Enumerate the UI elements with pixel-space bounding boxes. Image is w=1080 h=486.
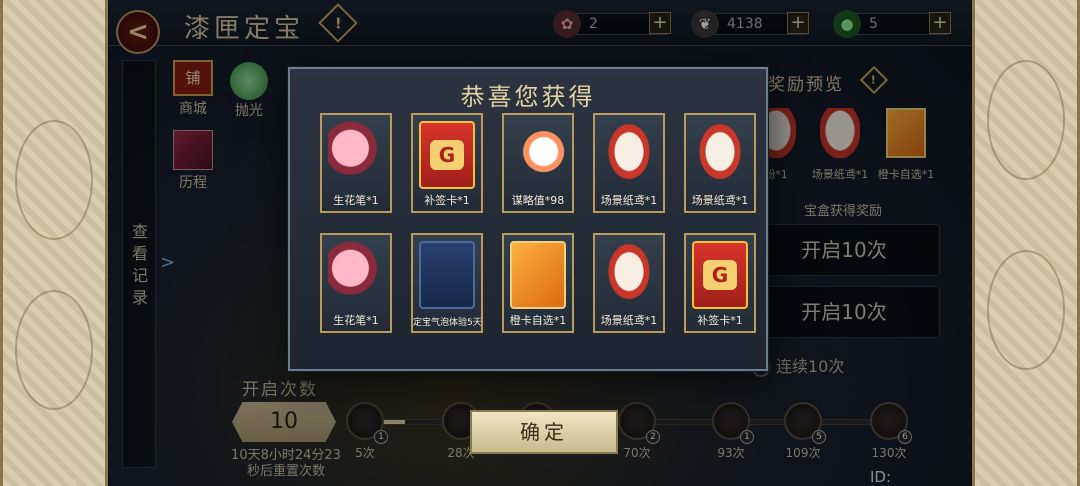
reward-card[interactable]: 场景纸鸢*1: [593, 233, 665, 333]
reward-card-label: 场景纸鸢*1: [691, 194, 749, 207]
right-decor-panel: [972, 0, 1080, 486]
reward-card-label: 场景纸鸢*1: [600, 314, 658, 327]
dragon-ornament: [987, 250, 1065, 370]
reward-card[interactable]: 生花笔*1: [320, 233, 392, 333]
reward-card-label: 定宝气泡体验5天: [413, 318, 481, 328]
sign-card-icon: G: [692, 241, 748, 309]
sign-glyph: G: [430, 140, 464, 170]
sign-card-icon: G: [419, 121, 475, 189]
flower-pen-icon: [328, 241, 384, 309]
main-stage: < 漆匣定宝 ! ✿ 2 + ❦ 4138 + ● 5 + 铺 商城 抛光 历程…: [108, 0, 972, 486]
reward-card-label: 补签卡*1: [424, 194, 470, 207]
dragon-ornament: [15, 290, 93, 410]
sign-glyph: G: [703, 260, 737, 290]
confirm-button[interactable]: 确定: [470, 410, 618, 454]
reward-card-label: 生花笔*1: [333, 194, 379, 207]
flower-pen-icon: [328, 121, 384, 189]
kite-icon: [601, 241, 657, 309]
reward-card-label: 补签卡*1: [697, 314, 743, 327]
reward-card[interactable]: G 补签卡*1: [684, 233, 756, 333]
dragon-ornament: [15, 120, 93, 240]
kite-icon: [692, 121, 748, 189]
reward-card[interactable]: 定宝气泡体验5天: [411, 233, 483, 333]
modal-title: 恭喜您获得: [460, 83, 596, 111]
reward-card[interactable]: 谋略值*98: [502, 113, 574, 213]
reward-card[interactable]: 生花笔*1: [320, 113, 392, 213]
reward-card-label: 橙卡自选*1: [509, 314, 567, 327]
dragon-ornament: [987, 60, 1065, 180]
kite-icon: [601, 121, 657, 189]
reward-modal: 恭喜您获得 生花笔*1 G 补签卡*1 谋略值*98 场景纸鸢*1 场景纸鸢*1 生花笔*1…: [288, 67, 768, 371]
orange-card-icon: [510, 241, 566, 309]
feather-icon: [510, 121, 566, 189]
reward-card[interactable]: G 补签卡*1: [411, 113, 483, 213]
left-decor-panel: [0, 0, 108, 486]
reward-card[interactable]: 场景纸鸢*1: [593, 113, 665, 213]
reward-card[interactable]: 橙卡自选*1: [502, 233, 574, 333]
reward-card[interactable]: 场景纸鸢*1: [684, 113, 756, 213]
reward-card-label: 生花笔*1: [333, 314, 379, 327]
reward-card-label: 场景纸鸢*1: [600, 194, 658, 207]
bubble-card-icon: [419, 241, 475, 309]
reward-card-label: 谋略值*98: [511, 194, 565, 207]
